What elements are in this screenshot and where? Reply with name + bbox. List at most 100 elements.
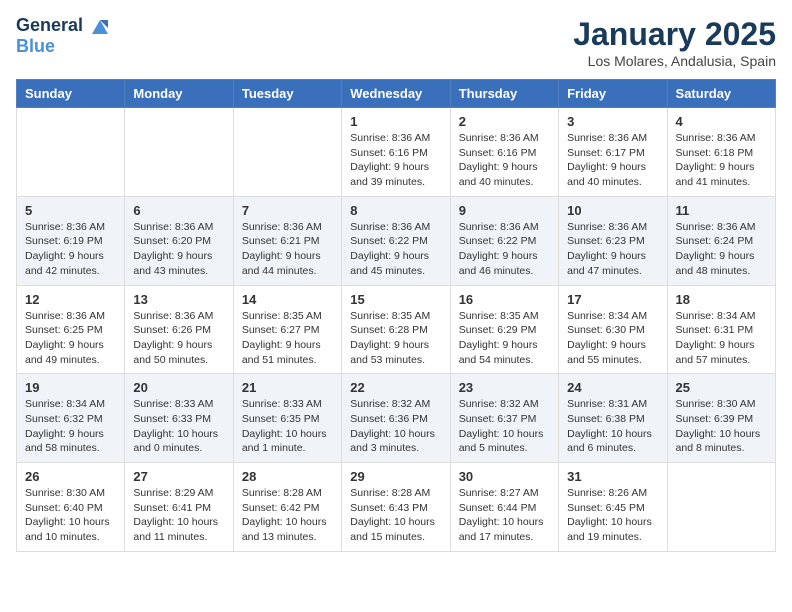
weekday-header-saturday: Saturday — [667, 80, 775, 108]
day-info: Sunrise: 8:35 AM Sunset: 6:28 PM Dayligh… — [350, 309, 441, 368]
day-number: 17 — [567, 292, 658, 307]
day-number: 15 — [350, 292, 441, 307]
calendar-cell: 23Sunrise: 8:32 AM Sunset: 6:37 PM Dayli… — [450, 374, 558, 463]
day-info: Sunrise: 8:36 AM Sunset: 6:22 PM Dayligh… — [459, 220, 550, 279]
calendar-cell: 21Sunrise: 8:33 AM Sunset: 6:35 PM Dayli… — [233, 374, 341, 463]
day-number: 22 — [350, 380, 441, 395]
calendar-cell: 20 Sunrise: 8:33 AM Sunset: 6:33 PM Dayli… — [125, 374, 233, 463]
page-header: General Blue January 2025 Los Molares, A… — [16, 16, 776, 69]
day-info: Sunrise: 8:36 AM Sunset: 6:20 PM Dayligh… — [133, 220, 224, 279]
day-info: Sunrise: 8:34 AM Sunset: 6:30 PM Dayligh… — [567, 309, 658, 368]
day-number: 13 — [133, 292, 224, 307]
calendar-cell: 26 Sunrise: 8:30 AM Sunset: 6:40 PM Dayli… — [17, 463, 125, 552]
calendar-cell: 7 Sunrise: 8:36 AM Sunset: 6:21 PM Daylig… — [233, 196, 341, 285]
day-info: Sunrise: 8:36 AM Sunset: 6:16 PM Dayligh… — [459, 131, 550, 190]
calendar-cell — [667, 463, 775, 552]
calendar-cell: 22Sunrise: 8:32 AM Sunset: 6:36 PM Dayli… — [342, 374, 450, 463]
day-number: 7 — [242, 203, 333, 218]
calendar-title: January 2025 — [573, 16, 776, 53]
day-number: 12 — [25, 292, 116, 307]
day-info: Sunrise: 8:33 AM Sunset: 6:33 PM Dayligh… — [133, 397, 224, 456]
day-info: Sunrise: 8:28 AM Sunset: 6:42 PM Dayligh… — [242, 486, 333, 545]
calendar-cell: 29 Sunrise: 8:28 AM Sunset: 6:43 PM Dayli… — [342, 463, 450, 552]
calendar-cell: 9 Sunrise: 8:36 AM Sunset: 6:22 PM Daylig… — [450, 196, 558, 285]
day-number: 26 — [25, 469, 116, 484]
weekday-header-wednesday: Wednesday — [342, 80, 450, 108]
calendar-cell: 2 Sunrise: 8:36 AM Sunset: 6:16 PM Daylig… — [450, 108, 558, 197]
calendar-cell: 25 Sunrise: 8:30 AM Sunset: 6:39 PM Dayli… — [667, 374, 775, 463]
calendar-cell: 30 Sunrise: 8:27 AM Sunset: 6:44 PM Dayli… — [450, 463, 558, 552]
day-number: 11 — [676, 203, 767, 218]
day-number: 16 — [459, 292, 550, 307]
calendar-cell: 14 Sunrise: 8:35 AM Sunset: 6:27 PM Dayli… — [233, 285, 341, 374]
day-number: 10 — [567, 203, 658, 218]
day-info: Sunrise: 8:35 AM Sunset: 6:27 PM Dayligh… — [242, 309, 333, 368]
day-info: Sunrise: 8:36 AM Sunset: 6:21 PM Dayligh… — [242, 220, 333, 279]
calendar-cell: 4 Sunrise: 8:36 AM Sunset: 6:18 PM Daylig… — [667, 108, 775, 197]
calendar-subtitle: Los Molares, Andalusia, Spain — [573, 53, 776, 69]
day-number: 25 — [676, 380, 767, 395]
day-info: Sunrise: 8:30 AM Sunset: 6:40 PM Dayligh… — [25, 486, 116, 545]
calendar-cell — [17, 108, 125, 197]
day-number: 18 — [676, 292, 767, 307]
day-info: Sunrise: 8:36 AM Sunset: 6:25 PM Dayligh… — [25, 309, 116, 368]
calendar-cell — [233, 108, 341, 197]
day-number: 19 — [25, 380, 116, 395]
weekday-header-row: SundayMondayTuesdayWednesdayThursdayFrid… — [17, 80, 776, 108]
calendar-cell: 31 Sunrise: 8:26 AM Sunset: 6:45 PM Dayli… — [559, 463, 667, 552]
calendar-cell: 15 Sunrise: 8:35 AM Sunset: 6:28 PM Dayli… — [342, 285, 450, 374]
calendar-cell: 17 Sunrise: 8:34 AM Sunset: 6:30 PM Dayli… — [559, 285, 667, 374]
calendar-cell: 8Sunrise: 8:36 AM Sunset: 6:22 PM Daylig… — [342, 196, 450, 285]
calendar-cell: 5 Sunrise: 8:36 AM Sunset: 6:19 PM Daylig… — [17, 196, 125, 285]
day-info: Sunrise: 8:36 AM Sunset: 6:19 PM Dayligh… — [25, 220, 116, 279]
day-number: 29 — [350, 469, 441, 484]
day-number: 6 — [133, 203, 224, 218]
calendar-cell: 19 Sunrise: 8:34 AM Sunset: 6:32 PM Dayli… — [17, 374, 125, 463]
day-number: 21 — [242, 380, 333, 395]
calendar-cell: 3 Sunrise: 8:36 AM Sunset: 6:17 PM Daylig… — [559, 108, 667, 197]
day-number: 14 — [242, 292, 333, 307]
day-info: Sunrise: 8:27 AM Sunset: 6:44 PM Dayligh… — [459, 486, 550, 545]
day-number: 20 — [133, 380, 224, 395]
day-info: Sunrise: 8:36 AM Sunset: 6:17 PM Dayligh… — [567, 131, 658, 190]
day-number: 2 — [459, 114, 550, 129]
weekday-header-tuesday: Tuesday — [233, 80, 341, 108]
day-info: Sunrise: 8:36 AM Sunset: 6:23 PM Dayligh… — [567, 220, 658, 279]
calendar-cell: 28Sunrise: 8:28 AM Sunset: 6:42 PM Dayli… — [233, 463, 341, 552]
calendar-cell: 6 Sunrise: 8:36 AM Sunset: 6:20 PM Daylig… — [125, 196, 233, 285]
calendar-cell: 16 Sunrise: 8:35 AM Sunset: 6:29 PM Dayli… — [450, 285, 558, 374]
calendar-cell: 24Sunrise: 8:31 AM Sunset: 6:38 PM Dayli… — [559, 374, 667, 463]
day-info: Sunrise: 8:29 AM Sunset: 6:41 PM Dayligh… — [133, 486, 224, 545]
day-info: Sunrise: 8:26 AM Sunset: 6:45 PM Dayligh… — [567, 486, 658, 545]
logo-text: General — [16, 16, 110, 36]
calendar-cell: 11 Sunrise: 8:36 AM Sunset: 6:24 PM Dayli… — [667, 196, 775, 285]
title-block: January 2025 Los Molares, Andalusia, Spa… — [573, 16, 776, 69]
calendar-week-row: 1 Sunrise: 8:36 AM Sunset: 6:16 PM Daylig… — [17, 108, 776, 197]
weekday-header-thursday: Thursday — [450, 80, 558, 108]
calendar-cell: 27Sunrise: 8:29 AM Sunset: 6:41 PM Dayli… — [125, 463, 233, 552]
day-number: 4 — [676, 114, 767, 129]
logo-icon — [90, 16, 110, 36]
calendar-week-row: 5 Sunrise: 8:36 AM Sunset: 6:19 PM Daylig… — [17, 196, 776, 285]
day-info: Sunrise: 8:36 AM Sunset: 6:24 PM Dayligh… — [676, 220, 767, 279]
day-info: Sunrise: 8:30 AM Sunset: 6:39 PM Dayligh… — [676, 397, 767, 456]
day-number: 9 — [459, 203, 550, 218]
day-number: 5 — [25, 203, 116, 218]
calendar-cell: 18Sunrise: 8:34 AM Sunset: 6:31 PM Dayli… — [667, 285, 775, 374]
day-info: Sunrise: 8:34 AM Sunset: 6:32 PM Dayligh… — [25, 397, 116, 456]
logo-blue: Blue — [16, 36, 55, 57]
weekday-header-friday: Friday — [559, 80, 667, 108]
day-info: Sunrise: 8:36 AM Sunset: 6:18 PM Dayligh… — [676, 131, 767, 190]
day-info: Sunrise: 8:35 AM Sunset: 6:29 PM Dayligh… — [459, 309, 550, 368]
calendar-cell: 12 Sunrise: 8:36 AM Sunset: 6:25 PM Dayli… — [17, 285, 125, 374]
calendar-cell — [125, 108, 233, 197]
day-number: 30 — [459, 469, 550, 484]
calendar-cell: 1Sunrise: 8:36 AM Sunset: 6:16 PM Daylig… — [342, 108, 450, 197]
calendar-cell: 13Sunrise: 8:36 AM Sunset: 6:26 PM Dayli… — [125, 285, 233, 374]
day-info: Sunrise: 8:28 AM Sunset: 6:43 PM Dayligh… — [350, 486, 441, 545]
day-number: 31 — [567, 469, 658, 484]
day-number: 1 — [350, 114, 441, 129]
calendar-cell: 10 Sunrise: 8:36 AM Sunset: 6:23 PM Dayli… — [559, 196, 667, 285]
day-number: 3 — [567, 114, 658, 129]
calendar-week-row: 19 Sunrise: 8:34 AM Sunset: 6:32 PM Dayli… — [17, 374, 776, 463]
